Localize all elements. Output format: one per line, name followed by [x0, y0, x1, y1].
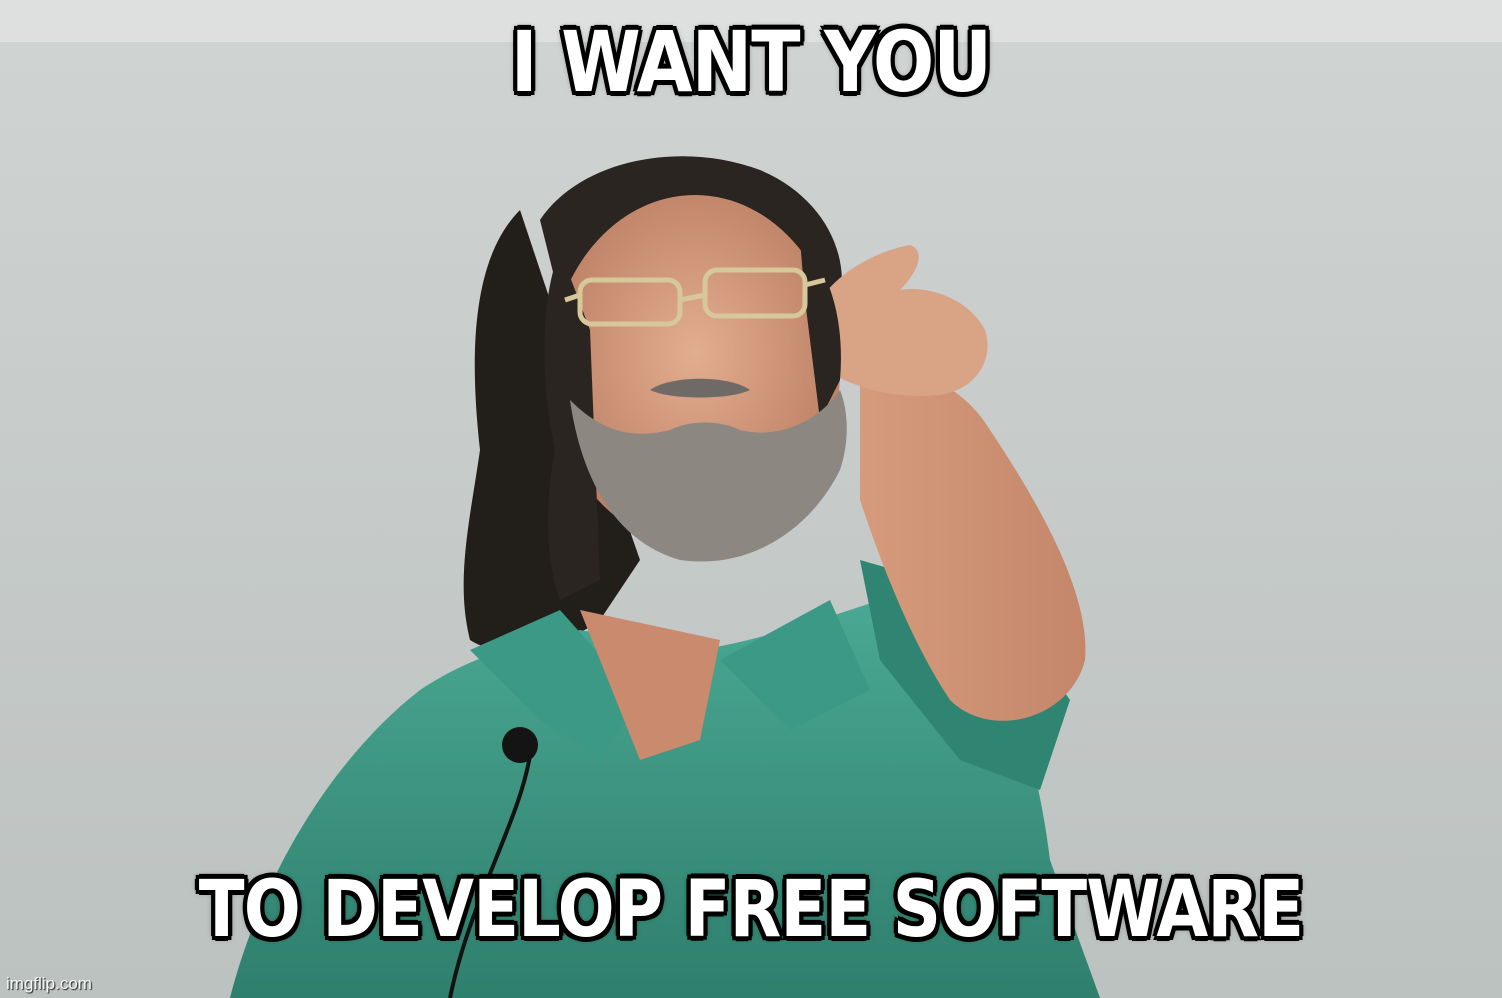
caption-top-text: I WANT YOU — [510, 13, 992, 111]
watermark-text: imgflip.com — [6, 974, 92, 993]
meme-image: I WANT YOU TO DEVELOP FREE SOFTWARE imgf… — [0, 0, 1502, 998]
lapel-microphone — [502, 727, 538, 763]
photo-person-pointing — [0, 0, 1502, 998]
caption-bottom-text: TO DEVELOP FREE SOFTWARE — [198, 865, 1304, 955]
